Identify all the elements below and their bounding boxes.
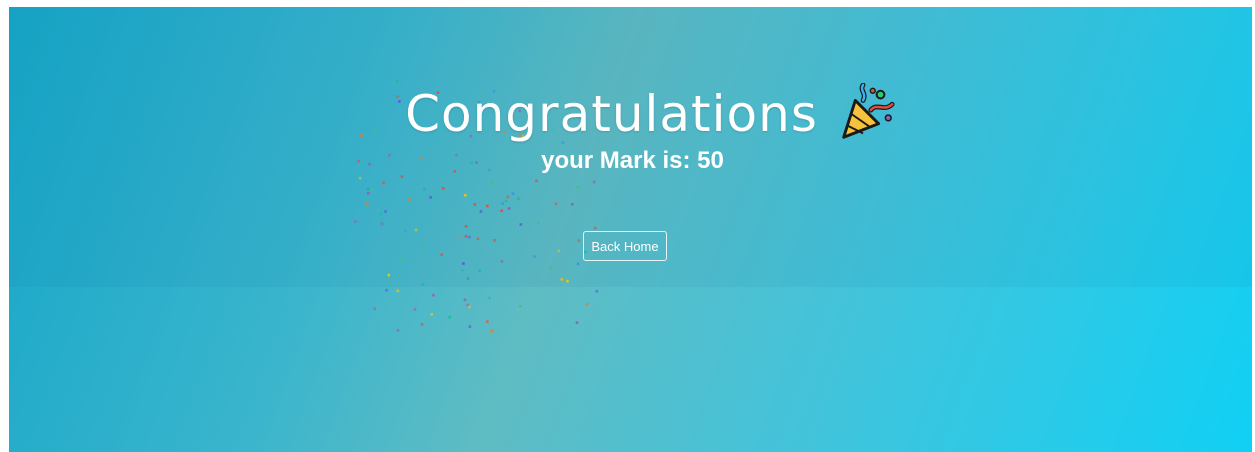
- confetti-piece: [396, 289, 400, 293]
- confetti-piece: [420, 323, 424, 326]
- confetti-piece: [385, 288, 388, 292]
- confetti-piece: [468, 305, 471, 309]
- confetti-piece: [396, 329, 400, 332]
- confetti-piece: [468, 325, 472, 328]
- party-popper-icon: [842, 83, 895, 139]
- confetti-piece: [519, 305, 522, 308]
- result-page: Congratulations your Mark is: 50 Back Ho…: [9, 7, 1252, 452]
- confetti-piece: [490, 329, 493, 333]
- confetti-piece: [373, 307, 376, 310]
- confetti-piece: [463, 298, 467, 302]
- confetti-piece: [430, 313, 433, 316]
- back-home-button[interactable]: Back Home: [583, 231, 667, 261]
- mark-value: 50: [697, 147, 724, 174]
- confetti-piece: [575, 321, 579, 324]
- confetti-piece: [595, 290, 599, 293]
- congratulations-title: Congratulations: [405, 85, 818, 143]
- mark-label: your Mark is:: [541, 147, 691, 174]
- confetti-piece: [466, 303, 470, 307]
- confetti-piece: [432, 293, 435, 297]
- mark-line: your Mark is: 50: [9, 147, 1252, 175]
- confetti-piece: [488, 296, 491, 300]
- title-row: Congratulations: [29, 83, 1252, 145]
- confetti-piece: [486, 320, 489, 323]
- confetti-piece: [585, 303, 589, 306]
- confetti-piece: [413, 308, 417, 311]
- confetti-piece: [448, 316, 451, 319]
